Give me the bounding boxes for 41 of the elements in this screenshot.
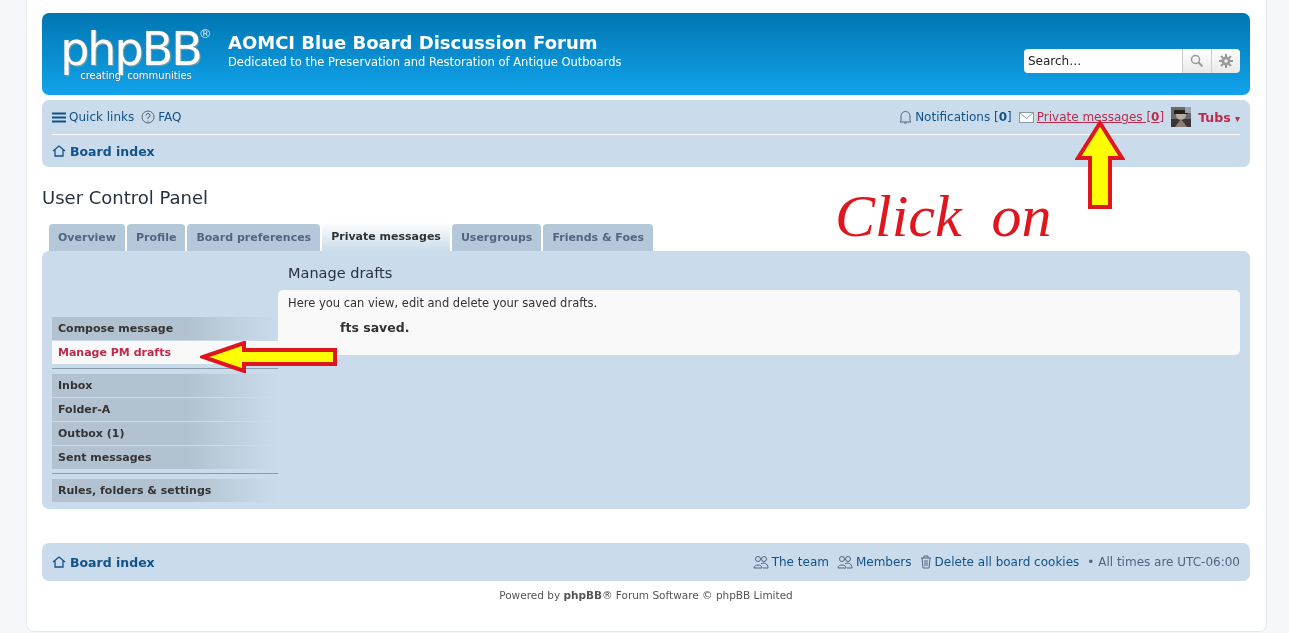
page-title: User Control Panel xyxy=(42,187,210,208)
footer-link[interactable]: Delete all board cookies xyxy=(919,555,1080,569)
site-title: AOMCI Blue Board Discussion Forum xyxy=(228,31,599,53)
tab[interactable]: Friends & Foes xyxy=(543,224,653,251)
board-index-link[interactable]: Board index xyxy=(52,143,155,159)
copyright-text: Powered by phpBB® Forum Software © phpBB Limited xyxy=(498,589,794,601)
footer-link[interactable]: Members xyxy=(836,555,912,569)
people-icon xyxy=(836,555,853,569)
search-icon xyxy=(1190,54,1204,68)
search-button[interactable] xyxy=(1182,49,1211,73)
tab[interactable]: Overview xyxy=(49,224,125,251)
envelope-icon xyxy=(1018,111,1034,123)
board-index-link[interactable]: Board index xyxy=(52,554,155,570)
timezone-text: • All times are UTC-06:00 xyxy=(1087,555,1240,569)
tab[interactable]: Private messages xyxy=(322,222,450,251)
home-icon xyxy=(52,556,66,568)
menu-icon xyxy=(52,111,66,123)
home-icon xyxy=(52,145,66,157)
left-arrow-icon xyxy=(200,341,338,373)
search-field[interactable]: Search… xyxy=(1024,49,1182,73)
user-menu[interactable]: Tubs ▾ xyxy=(1198,109,1240,125)
private-messages-link[interactable]: Private messages [0] xyxy=(1018,110,1165,124)
annotation-text: Click on xyxy=(835,182,1052,251)
section-heading: Manage drafts xyxy=(288,265,394,281)
footer-link[interactable]: The team xyxy=(752,555,829,569)
status-text: fts saved. xyxy=(340,320,411,335)
tab[interactable]: Usergroups xyxy=(451,224,542,251)
advanced-search-button[interactable] xyxy=(1211,49,1240,73)
faq-link[interactable]: FAQ xyxy=(141,110,182,124)
notifications-link[interactable]: Notifications [0] xyxy=(899,110,1012,124)
registered-mark: ® xyxy=(198,25,212,41)
tab[interactable]: Profile xyxy=(127,224,186,251)
quick-links-link[interactable]: Quick links xyxy=(52,110,135,124)
site-description: Dedicated to the Preservation and Restoration of Antique Outboards xyxy=(228,54,623,69)
bell-icon xyxy=(899,110,913,124)
tab[interactable]: Board preferences xyxy=(187,224,321,251)
trash-icon xyxy=(919,555,932,569)
people-icon xyxy=(752,555,769,569)
intro-text: Here you can view, edit and delete your saved drafts. xyxy=(288,296,599,310)
help-icon xyxy=(141,110,156,124)
settings-icon xyxy=(1219,54,1233,68)
